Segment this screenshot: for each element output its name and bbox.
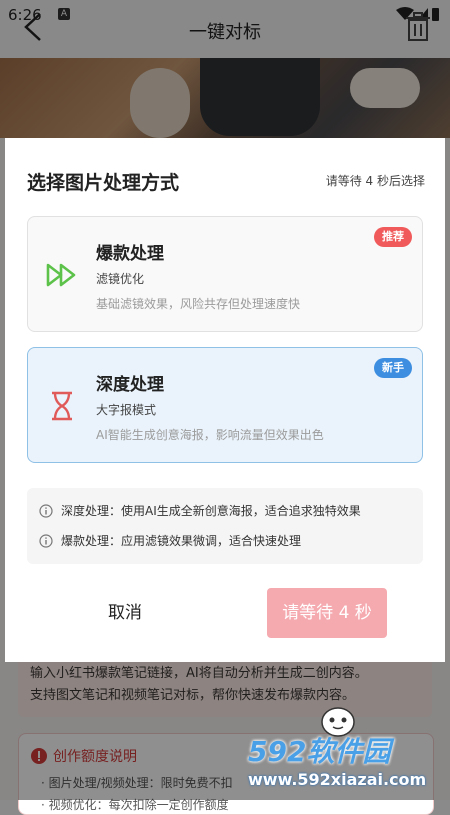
watermark: 592软件园 www.592xiazai.com bbox=[248, 730, 448, 796]
option-subtitle: 大字报模式 bbox=[96, 403, 157, 417]
watermark-brand: 592软件园 bbox=[248, 735, 391, 768]
info-text: 爆款处理：应用滤镜效果微调，适合快速处理 bbox=[61, 534, 302, 548]
info-box: 深度处理：使用AI生成全新创意海报，适合追求独特效果 爆款处理：应用滤镜效果微调… bbox=[27, 488, 423, 564]
fast-forward-icon bbox=[46, 263, 76, 287]
option-description: AI智能生成创意海报，影响流量但效果出色 bbox=[96, 428, 324, 442]
option-description: 基础滤镜效果，风险共存但处理速度快 bbox=[96, 297, 301, 311]
info-row-deep: 深度处理：使用AI生成全新创意海报，适合追求独特效果 bbox=[39, 502, 361, 519]
dialog-title: 选择图片处理方式 bbox=[27, 172, 180, 194]
processing-mode-dialog: 选择图片处理方式 请等待 4 秒后选择 爆款处理 滤镜优化 基础滤镜效果，风险共… bbox=[5, 138, 445, 662]
option-card-deep[interactable]: 深度处理 大字报模式 AI智能生成创意海报，影响流量但效果出色 新手 bbox=[27, 347, 423, 463]
option-card-hot[interactable]: 爆款处理 滤镜优化 基础滤镜效果，风险共存但处理速度快 推荐 bbox=[27, 216, 423, 332]
watermark-url: www.592xiazai.com bbox=[248, 770, 427, 789]
recommended-badge: 推荐 bbox=[374, 227, 412, 247]
info-icon bbox=[39, 533, 53, 548]
wait-hint: 请等待 4 秒后选择 bbox=[325, 174, 425, 188]
option-title: 深度处理 bbox=[96, 375, 164, 395]
option-subtitle: 滤镜优化 bbox=[96, 272, 145, 286]
hourglass-icon bbox=[52, 391, 72, 421]
option-title: 爆款处理 bbox=[96, 244, 164, 264]
cancel-button[interactable]: 取消 bbox=[85, 590, 165, 636]
info-text: 深度处理：使用AI生成全新创意海报，适合追求独特效果 bbox=[61, 504, 361, 518]
info-icon bbox=[39, 503, 53, 518]
wait-countdown-button[interactable]: 请等待 4 秒 bbox=[267, 588, 387, 638]
newbie-badge: 新手 bbox=[374, 358, 412, 378]
info-row-hot: 爆款处理：应用滤镜效果微调，适合快速处理 bbox=[39, 532, 301, 549]
